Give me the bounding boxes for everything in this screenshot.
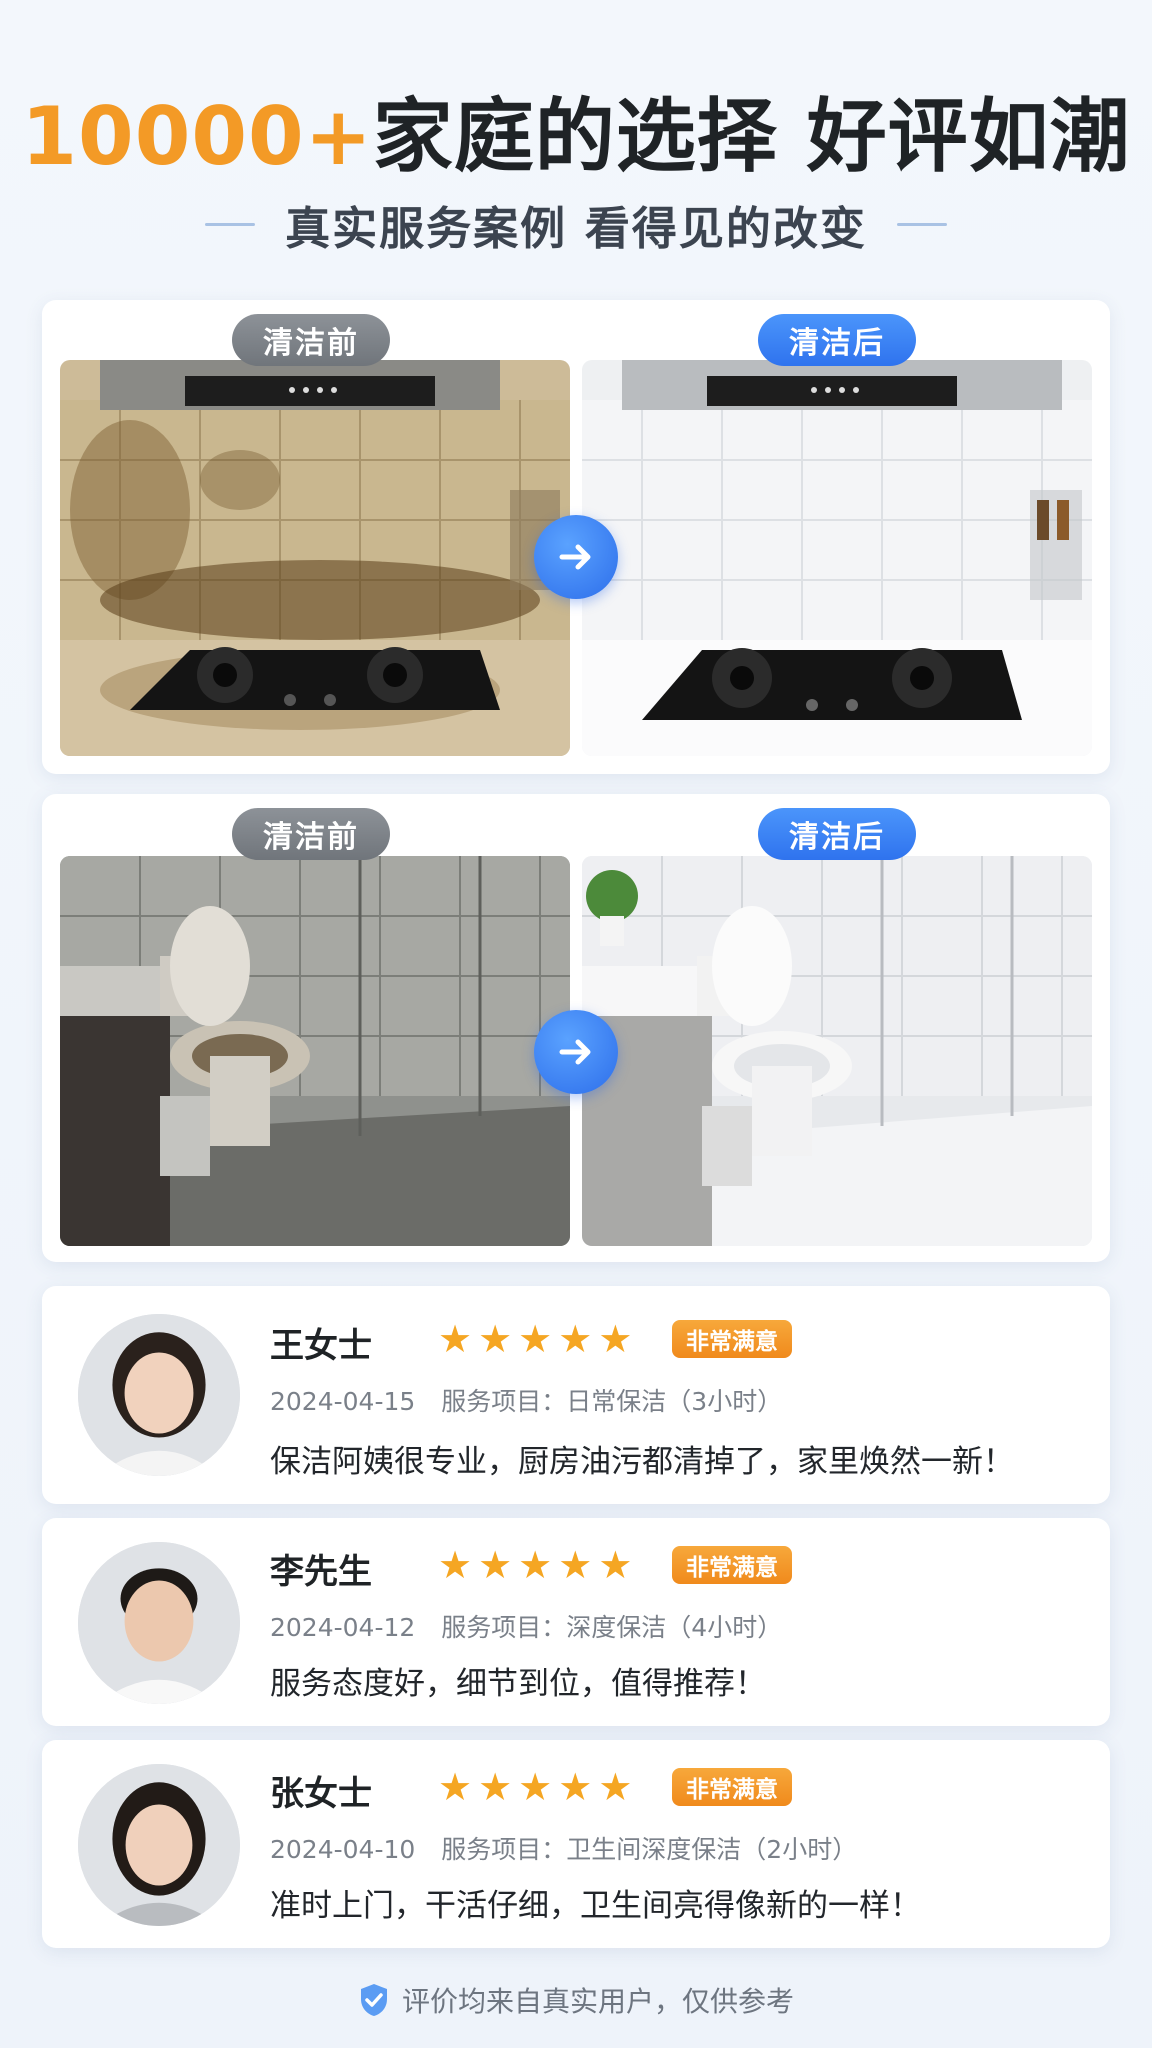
case-card-bathroom: 清洁前 清洁后 <box>42 794 1110 1262</box>
star-icon: ★ <box>478 1765 513 1809</box>
kitchen-compare-arrow-button[interactable] <box>534 515 618 599</box>
bathroom-after-photo <box>582 856 1092 1246</box>
review-comment: 服务态度好，细节到位，值得推荐！ <box>270 1666 766 1702</box>
avatar <box>78 1764 240 1926</box>
shield-check-icon <box>360 1984 387 2016</box>
subtitle-text: 真实服务案例 看得见的改变 <box>285 202 867 255</box>
star-icon: ★ <box>598 1765 633 1809</box>
bathroom-before-label: 清洁前 <box>232 808 390 860</box>
review-service: 服务项目：日常保洁（3小时） <box>441 1387 783 1416</box>
bathroom-after-label: 清洁后 <box>758 808 916 860</box>
star-icon: ★ <box>478 1543 513 1587</box>
page-headline: 10000+家庭的选择 好评如潮 <box>0 72 1152 188</box>
satisfaction-badge: 非常满意 <box>672 1546 792 1584</box>
satisfaction-badge: 非常满意 <box>672 1768 792 1806</box>
review-comment: 准时上门，干活仔细，卫生间亮得像新的一样！ <box>270 1888 921 1924</box>
kitchen-after-photo <box>582 360 1092 756</box>
star-icon: ★ <box>478 1317 513 1361</box>
review-card: 王女士 ★ ★ ★ ★ ★ 非常满意 2024-04-15 服务项目：日常保洁（3小时） … <box>42 1286 1110 1504</box>
bathroom-compare-arrow-button[interactable] <box>534 1010 618 1094</box>
reviewer-name: 李先生 <box>270 1552 372 1592</box>
star-rating: ★ ★ ★ ★ ★ <box>438 1768 632 1806</box>
star-rating: ★ ★ ★ ★ ★ <box>438 1546 632 1584</box>
footer-text: 评价均来自真实用户，仅供参考 <box>401 1985 794 2018</box>
subtitle-right-divider <box>896 223 947 226</box>
kitchen-before-label: 清洁前 <box>232 314 390 366</box>
review-date: 2024-04-12 <box>270 1613 416 1642</box>
star-icon: ★ <box>598 1317 633 1361</box>
star-icon: ★ <box>438 1765 473 1809</box>
review-meta: 2024-04-15 服务项目：日常保洁（3小时） <box>270 1382 782 1418</box>
case-card-kitchen: 清洁前 清洁后 <box>42 300 1110 774</box>
review-card: 张女士 ★ ★ ★ ★ ★ 非常满意 2024-04-10 服务项目：卫生间深度保洁（2小… <box>42 1740 1110 1948</box>
review-service: 服务项目：深度保洁（4小时） <box>441 1613 783 1642</box>
headline-number: 10000+ <box>21 90 373 183</box>
page-subtitle: 真实服务案例 看得见的改变 <box>0 192 1152 257</box>
kitchen-before-photo <box>60 360 570 756</box>
review-meta: 2024-04-12 服务项目：深度保洁（4小时） <box>270 1608 782 1644</box>
star-icon: ★ <box>438 1543 473 1587</box>
star-icon: ★ <box>518 1765 553 1809</box>
star-icon: ★ <box>558 1765 593 1809</box>
headline-text: 家庭的选择 好评如潮 <box>372 90 1131 183</box>
star-icon: ★ <box>558 1543 593 1587</box>
subtitle-left-divider <box>205 223 256 226</box>
footer-note: 评价均来自真实用户，仅供参考 <box>0 1980 1152 2020</box>
review-card: 李先生 ★ ★ ★ ★ ★ 非常满意 2024-04-12 服务项目：深度保洁（4小时） … <box>42 1518 1110 1726</box>
reviewer-name: 张女士 <box>270 1774 372 1814</box>
bathroom-before-photo <box>60 856 570 1246</box>
kitchen-after-label: 清洁后 <box>758 314 916 366</box>
star-icon: ★ <box>558 1317 593 1361</box>
star-rating: ★ ★ ★ ★ ★ <box>438 1320 632 1358</box>
review-meta: 2024-04-10 服务项目：卫生间深度保洁（2小时） <box>270 1830 857 1866</box>
avatar <box>78 1314 240 1476</box>
review-date: 2024-04-15 <box>270 1387 416 1416</box>
star-icon: ★ <box>598 1543 633 1587</box>
reviewer-name: 王女士 <box>270 1326 372 1366</box>
avatar <box>78 1542 240 1704</box>
star-icon: ★ <box>518 1543 553 1587</box>
star-icon: ★ <box>518 1317 553 1361</box>
arrow-right-icon <box>559 1039 591 1065</box>
arrow-right-icon <box>559 544 591 570</box>
review-service: 服务项目：卫生间深度保洁（2小时） <box>441 1835 858 1864</box>
satisfaction-badge: 非常满意 <box>672 1320 792 1358</box>
review-date: 2024-04-10 <box>270 1835 416 1864</box>
review-comment: 保洁阿姨很专业，厨房油污都清掉了，家里焕然一新！ <box>270 1444 1014 1480</box>
star-icon: ★ <box>438 1317 473 1361</box>
